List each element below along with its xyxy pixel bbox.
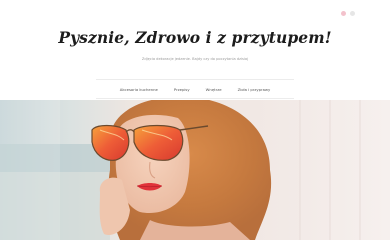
nav-item-kitchen-accessories[interactable]: Akcesoria kuchenne: [120, 87, 158, 92]
nav-item-recipes[interactable]: Przepisy: [174, 87, 190, 92]
main-navigation: Akcesoria kuchenne Przepisy Wnętrze Zioł…: [96, 80, 294, 98]
woman-sunglasses-photo-icon: [0, 100, 390, 240]
social-icon-pinterest[interactable]: [341, 11, 346, 16]
social-icon-search[interactable]: [350, 11, 355, 16]
site-title[interactable]: Pysznie, Zdrowo i z przytupem!: [0, 28, 390, 47]
site-tagline: Zdjęcia dekoracje jedzenie. Bajdy czy do…: [141, 57, 249, 61]
hero-image: [0, 100, 390, 240]
nav-divider-bottom: [96, 98, 294, 99]
nav-item-interior[interactable]: Wnętrze: [206, 87, 222, 92]
nav-item-herbs-spices[interactable]: Zioła i przyprawy: [238, 87, 271, 92]
